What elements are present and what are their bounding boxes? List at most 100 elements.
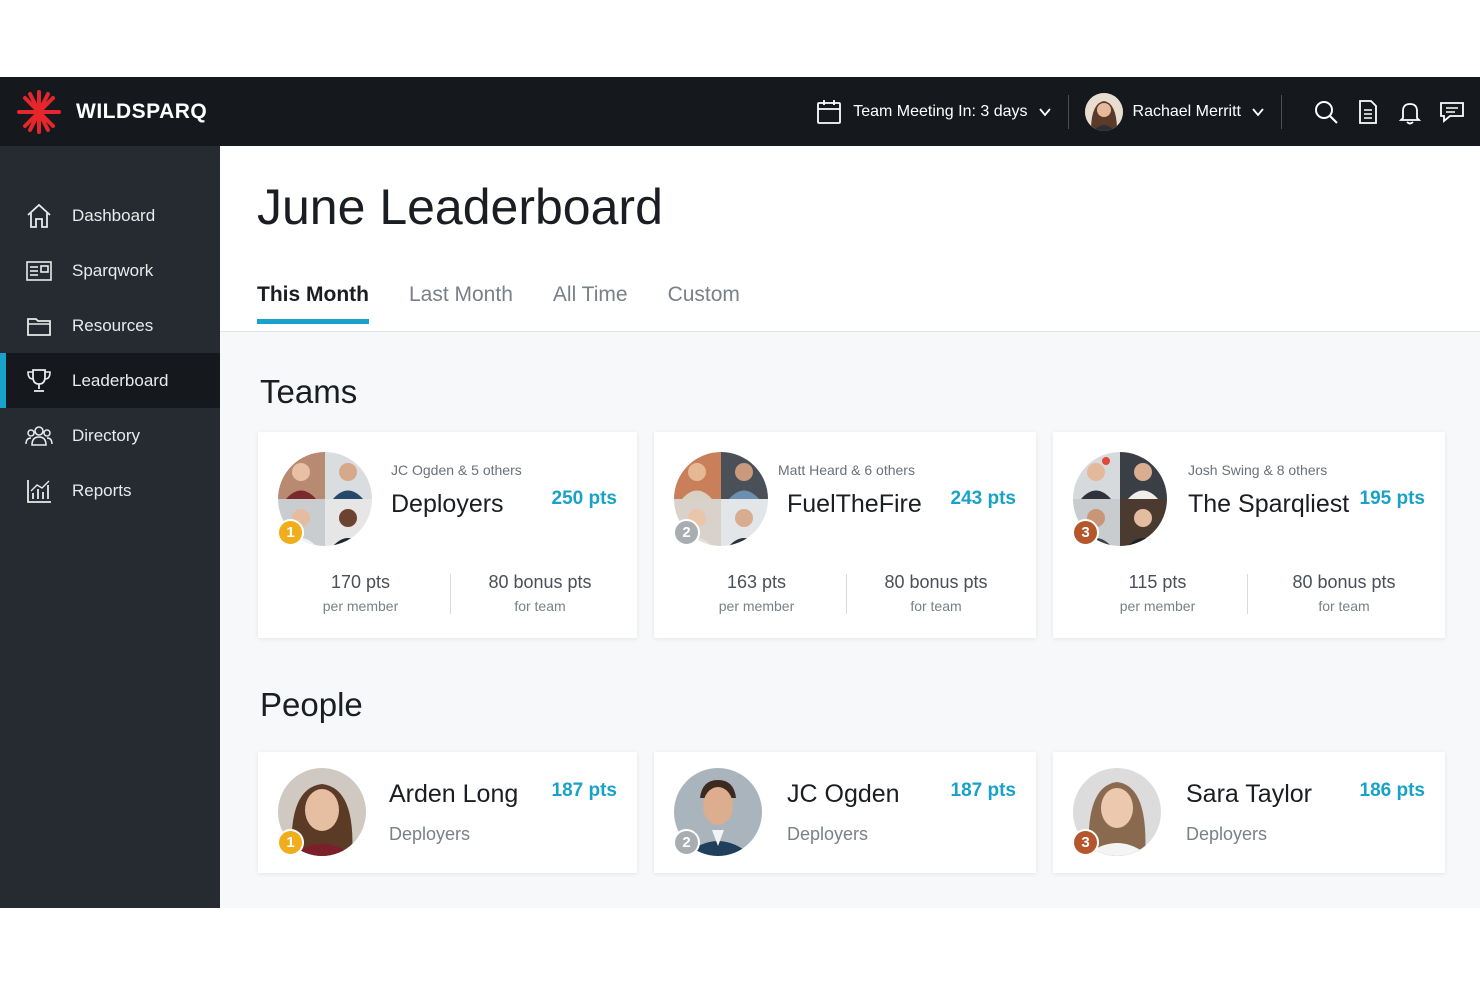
team-points: 195 pts — [1359, 488, 1425, 509]
sparq-logo-icon — [17, 89, 61, 134]
sidebar-item-resources[interactable]: Resources — [0, 298, 220, 353]
chart-icon — [27, 479, 51, 503]
tab-last-month[interactable]: Last Month — [409, 283, 513, 323]
team-members: Matt Heard & 6 others — [778, 462, 915, 478]
bonus-stat: 80 bonus pts for team — [866, 572, 1006, 614]
bonus-label: for team — [910, 598, 962, 614]
calendar-icon — [817, 99, 842, 124]
main-content: June Leaderboard This Month Last Month A… — [220, 146, 1480, 908]
sidebar-item-label: Dashboard — [72, 205, 156, 225]
team-card[interactable]: 2 Matt Heard & 6 others FuelTheFire 243 … — [654, 432, 1036, 638]
bonus-label: for team — [514, 598, 566, 614]
bonus-stat: 80 bonus pts for team — [470, 572, 610, 614]
user-avatar — [1084, 92, 1123, 131]
person-team: Deployers — [1186, 824, 1268, 844]
per-member-value: 163 pts — [726, 572, 787, 592]
notifications-button[interactable] — [1396, 98, 1424, 126]
person-name: Arden Long — [389, 780, 519, 808]
person-points: 187 pts — [950, 780, 1016, 801]
period-tabs: This Month Last Month All Time Custom — [257, 283, 740, 324]
chevron-down-icon — [1038, 107, 1051, 116]
tab-this-month[interactable]: This Month — [257, 283, 369, 324]
page-title: June Leaderboard — [257, 179, 663, 235]
rank-badge: 2 — [673, 519, 700, 546]
header-actions: Team Meeting In: 3 days Rachael Merritt — [815, 77, 1466, 146]
team-name: The Sparqliest — [1188, 490, 1350, 518]
sidebar-item-sparqwork[interactable]: Sparqwork — [0, 243, 220, 298]
search-icon — [1315, 100, 1338, 124]
stat-divider — [846, 574, 847, 614]
team-card[interactable]: 1 JC Ogden & 5 others Deployers 250 pts … — [258, 432, 637, 638]
person-name: Sara Taylor — [1186, 780, 1312, 808]
search-button[interactable] — [1312, 98, 1340, 126]
per-member-label: per member — [322, 598, 399, 614]
per-member-label: per member — [718, 598, 795, 614]
team-name: FuelTheFire — [787, 490, 922, 518]
user-menu[interactable]: Rachael Merritt — [1084, 92, 1265, 131]
rank-badge: 3 — [1072, 829, 1099, 856]
brand-logo[interactable]: WILDSPARQ — [16, 89, 207, 135]
sidebar-item-label: Leaderboard — [72, 370, 169, 390]
chat-icon — [1440, 101, 1464, 123]
sidebar-item-label: Sparqwork — [72, 260, 154, 280]
team-meeting-dropdown[interactable]: Team Meeting In: 3 days — [815, 98, 1051, 126]
bonus-value: 80 bonus pts — [488, 572, 592, 592]
trophy-icon — [27, 368, 51, 392]
teams-section-title: Teams — [260, 373, 358, 410]
rank-badge: 1 — [277, 519, 304, 546]
per-member-value: 170 pts — [330, 572, 391, 592]
page-header: June Leaderboard This Month Last Month A… — [220, 146, 1480, 332]
person-card[interactable]: 2 JC Ogden Deployers 187 pts — [654, 752, 1036, 873]
meeting-label: Team Meeting In: 3 days — [853, 102, 1028, 120]
rank-badge: 3 — [1072, 519, 1099, 546]
team-members: Josh Swing & 8 others — [1188, 462, 1328, 478]
bell-icon — [1398, 102, 1422, 124]
sidebar-item-label: Reports — [72, 480, 132, 500]
per-member-stat: 163 pts per member — [694, 572, 819, 614]
user-name: Rachael Merritt — [1132, 102, 1241, 120]
top-bar: WILDSPARQ Team Meeting In: 3 days Rachae… — [0, 77, 1480, 146]
folder-icon — [27, 317, 51, 336]
bonus-value: 80 bonus pts — [1292, 572, 1396, 592]
sidebar-item-leaderboard[interactable]: Leaderboard — [0, 353, 220, 408]
sidebar-item-directory[interactable]: Directory — [0, 408, 220, 463]
rank-badge: 1 — [277, 829, 304, 856]
person-card[interactable]: 1 Arden Long Deployers 187 pts — [258, 752, 637, 873]
home-icon — [27, 203, 51, 228]
stat-divider — [450, 574, 451, 614]
bonus-label: for team — [1318, 598, 1370, 614]
sidebar: Dashboard Sparqwork Resources Leaderboar… — [0, 146, 220, 908]
rank-badge: 2 — [673, 829, 700, 856]
team-points: 250 pts — [551, 488, 617, 509]
per-member-stat: 170 pts per member — [298, 572, 423, 614]
header-divider — [1067, 94, 1069, 129]
brand-name: WILDSPARQ — [76, 99, 208, 123]
people-section-title: People — [260, 686, 363, 723]
person-name: JC Ogden — [787, 780, 900, 808]
sidebar-item-label: Directory — [72, 425, 141, 445]
sidebar-item-dashboard[interactable]: Dashboard — [0, 188, 220, 243]
team-members: JC Ogden & 5 others — [391, 462, 522, 478]
per-member-stat: 115 pts per member — [1095, 572, 1220, 614]
team-name: Deployers — [391, 490, 504, 518]
messages-button[interactable] — [1438, 98, 1466, 126]
sidebar-item-label: Resources — [72, 315, 154, 335]
bonus-stat: 80 bonus pts for team — [1273, 572, 1415, 614]
app-window: WILDSPARQ Team Meeting In: 3 days Rachae… — [0, 77, 1480, 908]
people-icon — [25, 425, 53, 446]
person-card[interactable]: 3 Sara Taylor Deployers 186 pts — [1053, 752, 1445, 873]
per-member-value: 115 pts — [1128, 572, 1187, 592]
sidebar-item-reports[interactable]: Reports — [0, 463, 220, 518]
tab-custom[interactable]: Custom — [668, 283, 740, 323]
team-card[interactable]: 3 Josh Swing & 8 others The Sparqliest 1… — [1053, 432, 1445, 638]
document-icon — [1359, 99, 1377, 124]
bonus-value: 80 bonus pts — [884, 572, 988, 592]
chevron-down-icon — [1252, 107, 1264, 116]
sparqwork-icon — [26, 260, 52, 281]
stat-divider — [1247, 574, 1248, 614]
documents-button[interactable] — [1354, 98, 1382, 126]
header-divider — [1281, 94, 1282, 129]
person-points: 187 pts — [551, 780, 617, 801]
person-team: Deployers — [787, 824, 869, 844]
tab-all-time[interactable]: All Time — [553, 283, 628, 323]
